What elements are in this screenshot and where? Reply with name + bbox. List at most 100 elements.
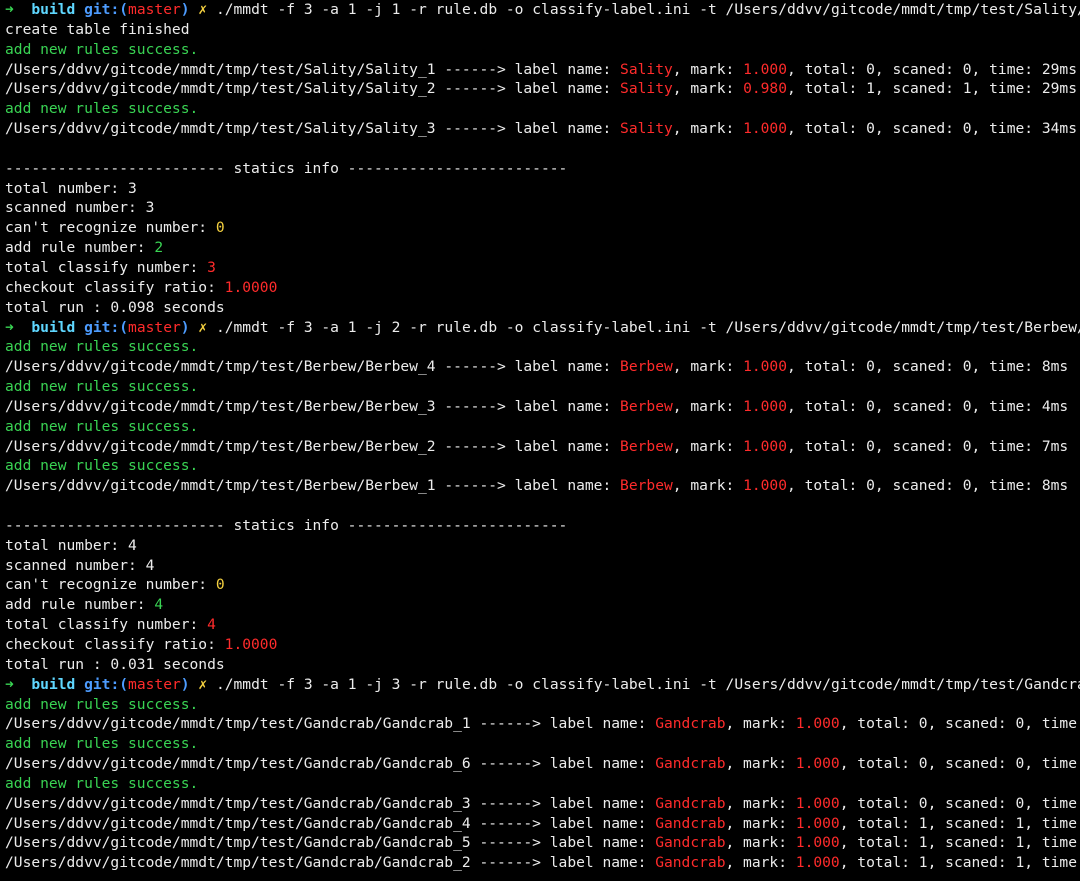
result-label-name: Sality <box>620 120 673 138</box>
result-mark-value: 1.000 <box>795 715 840 733</box>
result-line: /Users/ddvv/gitcode/mmdt/tmp/test/Sality… <box>5 79 1080 99</box>
success-line: add new rules success. <box>5 337 1080 357</box>
output-line: ------------------------- statics info -… <box>5 159 1080 179</box>
result-path: /Users/ddvv/gitcode/mmdt/tmp/test/Berbew… <box>5 358 436 376</box>
result-scaned-label: , scaned: <box>927 794 1016 812</box>
stat-value: 2 <box>154 239 164 257</box>
result-mark-label: , mark: <box>672 80 744 98</box>
result-arrow-text: ------> label name: <box>435 397 621 415</box>
result-mark-label: , mark: <box>725 794 796 812</box>
result-scaned-label: , scaned: <box>927 814 1016 832</box>
result-time-label: , time: <box>1024 834 1080 852</box>
result-mark-value: 1.000 <box>795 814 840 832</box>
result-line: /Users/ddvv/gitcode/mmdt/tmp/test/Berbew… <box>5 357 1080 377</box>
result-line: /Users/ddvv/gitcode/mmdt/tmp/test/Berbew… <box>5 397 1080 417</box>
prompt-line: ➜ build git:(master) ✗ ./mmdt -f 3 -a 1 … <box>5 0 1080 20</box>
result-mark-value: 1.000 <box>795 834 840 852</box>
result-path: /Users/ddvv/gitcode/mmdt/tmp/test/Gandcr… <box>5 715 471 733</box>
stat-value: 0 <box>215 576 225 594</box>
result-label-name: Gandcrab <box>655 814 726 832</box>
terminal-window[interactable]: ➜ build git:(master) ✗ ./mmdt -f 3 -a 1 … <box>0 0 1080 881</box>
prompt-directory: build <box>31 675 76 693</box>
result-total-value: 0 <box>918 755 928 773</box>
result-scaned-value: 0 <box>1015 755 1025 773</box>
result-mark-label: , mark: <box>725 715 796 733</box>
result-scaned-label: , scaned: <box>927 715 1016 733</box>
result-line: /Users/ddvv/gitcode/mmdt/tmp/test/Gandcr… <box>5 814 1080 834</box>
success-line: add new rules success. <box>5 774 1080 794</box>
success-message: add new rules success. <box>5 735 199 753</box>
result-total-value: 0 <box>866 60 875 78</box>
result-scaned-value: 1 <box>1015 834 1025 852</box>
result-mark-value: 1.000 <box>743 437 787 455</box>
prompt-arrow-icon: ➜ <box>5 675 14 693</box>
output-text: ------------------------- statics info -… <box>5 159 568 177</box>
result-scaned-value: 0 <box>962 120 972 138</box>
stat-label: total classify number: <box>5 258 208 276</box>
prompt-git-branch: master <box>128 675 181 693</box>
result-time-label: , time: <box>971 437 1042 455</box>
result-scaned-value: 1 <box>1015 814 1025 832</box>
result-arrow-text: ------> label name: <box>470 794 656 812</box>
result-mark-label: , mark: <box>672 437 744 455</box>
result-line: /Users/ddvv/gitcode/mmdt/tmp/test/Sality… <box>5 119 1080 139</box>
result-mark-value: 0.980 <box>743 80 787 98</box>
result-mark-label: , mark: <box>672 397 744 415</box>
success-line: add new rules success. <box>5 99 1080 119</box>
result-scaned-label: , scaned: <box>927 755 1016 773</box>
prompt-git-prefix: git:( <box>84 318 129 336</box>
result-line: /Users/ddvv/gitcode/mmdt/tmp/test/Gandcr… <box>5 754 1080 774</box>
result-mark-label: , mark: <box>725 814 796 832</box>
result-label-name: Gandcrab <box>655 854 726 872</box>
success-line: add new rules success. <box>5 456 1080 476</box>
result-path: /Users/ddvv/gitcode/mmdt/tmp/test/Gandcr… <box>5 755 471 773</box>
result-scaned-label: , scaned: <box>874 358 963 376</box>
result-scaned-value: 0 <box>962 358 972 376</box>
result-arrow-text: ------> label name: <box>435 120 621 138</box>
result-total-label: , total: <box>839 755 919 773</box>
result-total-label: , total: <box>839 834 919 852</box>
output-line: ------------------------- statics info -… <box>5 516 1080 536</box>
result-time-label: , time: <box>1024 794 1080 812</box>
result-time-value: 4ms <box>1041 397 1069 415</box>
result-time-value: 8ms <box>1041 477 1069 495</box>
result-label-name: Sality <box>620 80 673 98</box>
result-total-label: , total: <box>787 397 867 415</box>
result-line: /Users/ddvv/gitcode/mmdt/tmp/test/Gandcr… <box>5 833 1080 853</box>
result-scaned-label: , scaned: <box>874 80 963 98</box>
stat-line: add rule number: 4 <box>5 595 1080 615</box>
git-dirty-icon: ✗ <box>198 318 208 336</box>
result-label-name: Gandcrab <box>655 834 726 852</box>
result-mark-value: 1.000 <box>743 477 787 495</box>
result-label-name: Gandcrab <box>655 755 726 773</box>
stat-value: 3 <box>207 258 216 276</box>
result-scaned-label: , scaned: <box>874 397 963 415</box>
result-total-label: , total: <box>787 437 867 455</box>
stat-label: checkout classify ratio: <box>5 278 225 296</box>
stat-line: can't recognize number: 0 <box>5 575 1080 595</box>
result-total-label: , total: <box>787 120 867 138</box>
stat-label: can't recognize number: <box>5 576 216 594</box>
stat-label: total classify number: <box>5 616 208 634</box>
stat-line: can't recognize number: 0 <box>5 218 1080 238</box>
result-time-value: 7ms <box>1041 437 1069 455</box>
stat-line: checkout classify ratio: 1.0000 <box>5 635 1080 655</box>
result-arrow-text: ------> label name: <box>435 80 621 98</box>
result-mark-value: 1.000 <box>795 854 840 872</box>
prompt-directory: build <box>31 1 76 18</box>
result-path: /Users/ddvv/gitcode/mmdt/tmp/test/Berbew… <box>5 437 436 455</box>
prompt-arrow-icon: ➜ <box>5 1 14 18</box>
prompt-arrow-icon: ➜ <box>5 318 14 336</box>
stat-value: 1.0000 <box>224 636 278 653</box>
result-scaned-value: 1 <box>1015 854 1025 872</box>
result-total-label: , total: <box>787 477 867 495</box>
result-label-name: Berbew <box>620 397 673 415</box>
result-mark-label: , mark: <box>672 120 744 138</box>
prompt-git-branch: master <box>128 1 181 18</box>
result-total-value: 0 <box>866 397 875 415</box>
prompt-git-prefix: git:( <box>84 675 129 693</box>
result-mark-label: , mark: <box>725 854 796 872</box>
success-message: add new rules success. <box>5 40 199 58</box>
output-line: total number: 3 <box>5 179 1080 199</box>
result-total-label: , total: <box>839 814 919 832</box>
